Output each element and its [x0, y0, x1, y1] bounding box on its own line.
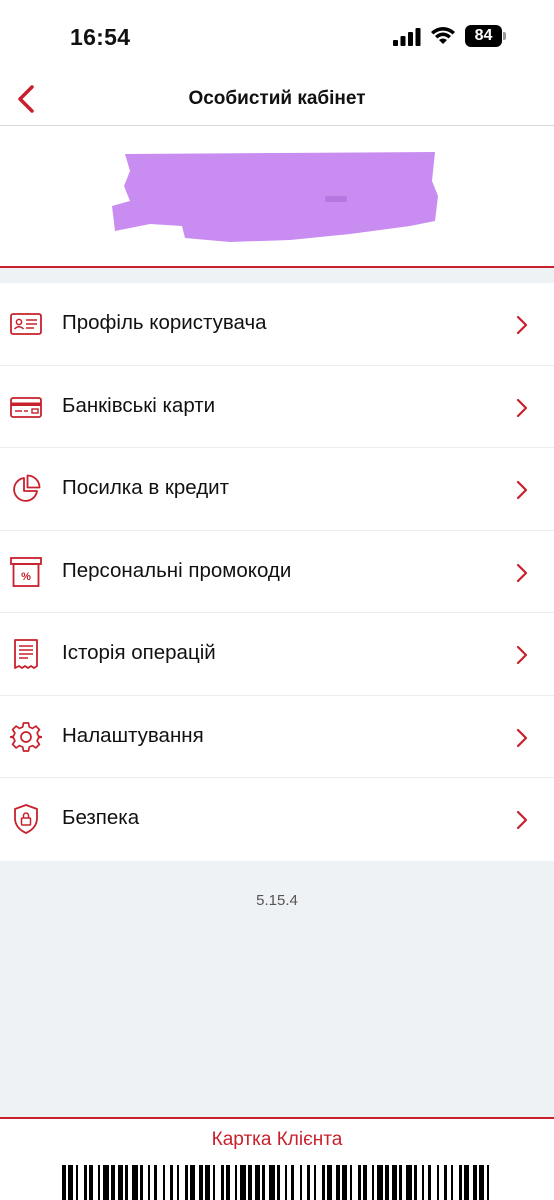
id-card-icon	[10, 313, 42, 335]
chevron-right-icon	[516, 728, 528, 747]
chevron-right-icon	[516, 563, 528, 582]
barcode-image	[62, 1165, 489, 1200]
app-version: 5.15.4	[256, 892, 298, 909]
gear-icon	[10, 721, 42, 752]
status-bar: 16:54 84	[0, 0, 554, 80]
status-time: 16:54	[70, 24, 131, 50]
navigation-bar: Особистий кабінет	[0, 80, 554, 126]
bank-card-icon	[10, 396, 42, 418]
client-card-title: Картка Клієнта	[211, 1129, 343, 1150]
menu-item-bank-cards[interactable]: Банківські карти	[0, 366, 554, 448]
client-card-panel[interactable]: Картка Клієнта	[0, 1117, 554, 1200]
chevron-right-icon	[516, 398, 528, 417]
cellular-signal-icon	[393, 28, 421, 46]
menu-item-label: Персональні промокоди	[62, 558, 292, 582]
chevron-right-icon	[516, 315, 528, 335]
page-title: Особистий кабінет	[188, 88, 366, 109]
menu-item-label: Налаштування	[62, 723, 204, 747]
redacted-user-name	[112, 152, 438, 242]
menu-item-settings[interactable]: Налаштування	[0, 696, 554, 778]
menu-item-label: Банківські карти	[62, 393, 216, 417]
menu-item-security[interactable]: Безпека	[0, 778, 554, 861]
menu-item-label: Посилка в кредит	[62, 476, 230, 499]
battery-level: 84	[474, 27, 493, 44]
profile-header	[0, 126, 554, 268]
menu-item-label: Профіль користувача	[62, 311, 267, 334]
menu-item-user-profile[interactable]: Профіль користувача	[0, 283, 554, 366]
menu-item-label: Безпека	[62, 806, 140, 829]
pie-chart-icon	[13, 474, 41, 502]
menu-item-parcel-credit[interactable]: Посилка в кредит	[0, 448, 554, 531]
promo-box-icon: %	[10, 556, 42, 587]
menu-item-label: Історія операцій	[62, 641, 216, 664]
chevron-right-icon	[516, 810, 528, 830]
menu-item-personal-promocodes[interactable]: % Персональні промокоди	[0, 531, 554, 613]
battery-icon: 84	[465, 25, 507, 47]
shield-lock-icon	[14, 804, 38, 834]
chevron-right-icon	[516, 645, 528, 665]
chevron-right-icon	[516, 480, 528, 500]
svg-text:%: %	[21, 571, 31, 583]
menu-list: Профіль користувача Банківські карти Пос…	[0, 283, 554, 861]
wifi-icon	[431, 27, 455, 44]
menu-item-operations-history[interactable]: Історія операцій	[0, 613, 554, 696]
receipt-icon	[14, 639, 38, 669]
